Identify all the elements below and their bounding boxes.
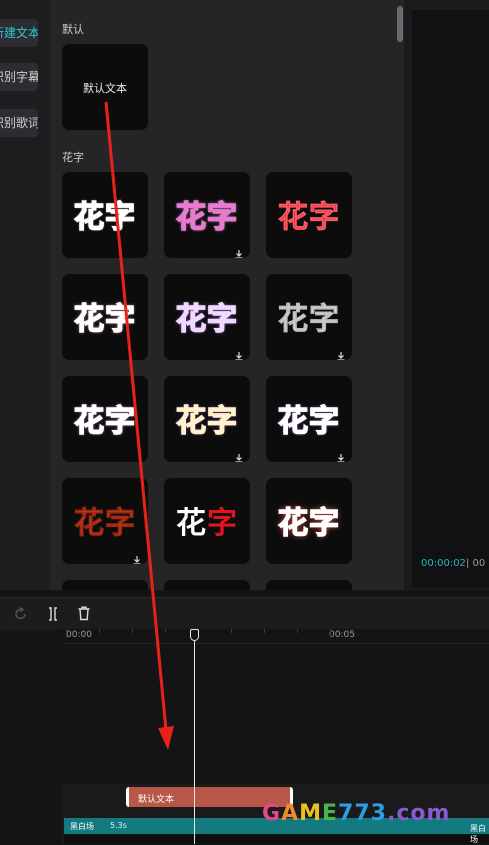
annotation-arrow <box>104 101 174 750</box>
watermark-logo: GAME773.com <box>262 801 451 826</box>
